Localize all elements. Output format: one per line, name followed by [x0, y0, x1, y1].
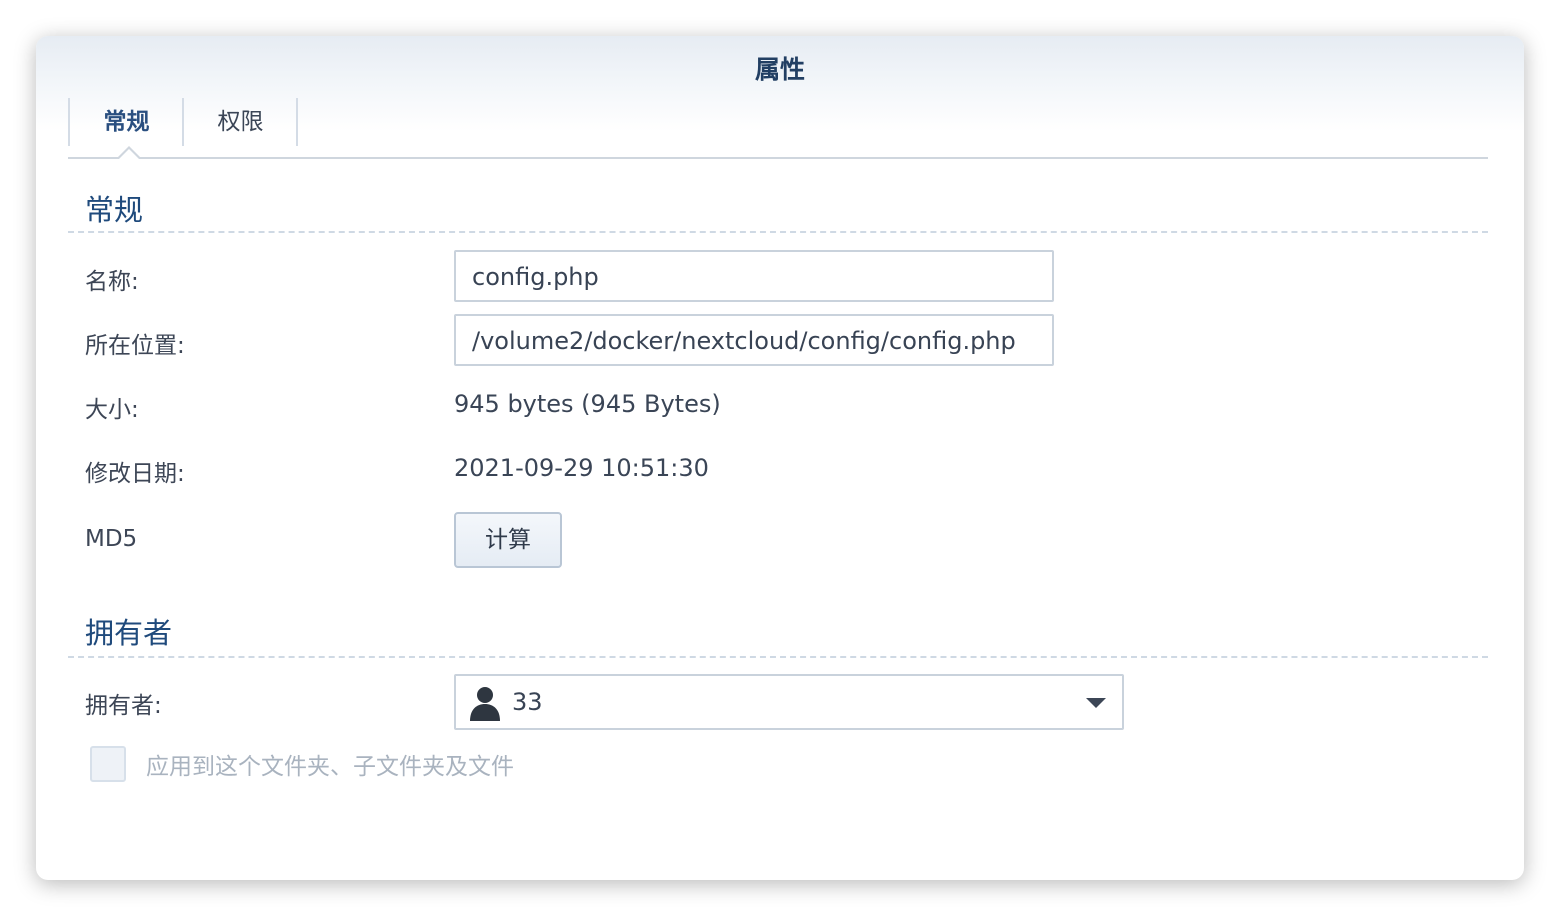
section-divider: [68, 231, 1488, 233]
properties-dialog: 属性 常规 权限 常规 名称: config.php 所在位置: /volume…: [36, 36, 1524, 880]
md5-label: MD5: [85, 526, 138, 552]
tab-general[interactable]: 常规: [70, 98, 183, 145]
size-label: 大小:: [85, 397, 139, 423]
modified-date-value: 2021-09-29 10:51:30: [454, 454, 709, 482]
apply-recursive-checkbox[interactable]: [90, 746, 126, 782]
location-field[interactable]: /volume2/docker/nextcloud/config/config.…: [454, 314, 1054, 366]
owner-section-title: 拥有者: [85, 616, 173, 650]
apply-recursive-label: 应用到这个文件夹、子文件夹及文件: [146, 754, 514, 780]
tab-bar: 常规 权限: [68, 98, 1488, 160]
modified-date-label: 修改日期:: [85, 461, 185, 487]
general-section-title: 常规: [85, 193, 144, 227]
chevron-down-icon[interactable]: [1086, 698, 1106, 708]
calculate-md5-button[interactable]: 计算: [454, 512, 562, 568]
section-divider: [68, 656, 1488, 658]
tab-separator: [296, 98, 298, 146]
dialog-title: 属性: [754, 55, 805, 84]
user-icon: [470, 687, 500, 721]
name-label: 名称:: [85, 269, 139, 295]
location-label: 所在位置:: [85, 333, 185, 359]
owner-select[interactable]: 33: [454, 674, 1124, 730]
size-value: 945 bytes (945 Bytes): [454, 390, 721, 418]
owner-select-value: 33: [512, 688, 543, 716]
name-field[interactable]: config.php: [454, 250, 1054, 302]
owner-label: 拥有者:: [85, 693, 162, 719]
tab-permissions[interactable]: 权限: [184, 98, 297, 145]
